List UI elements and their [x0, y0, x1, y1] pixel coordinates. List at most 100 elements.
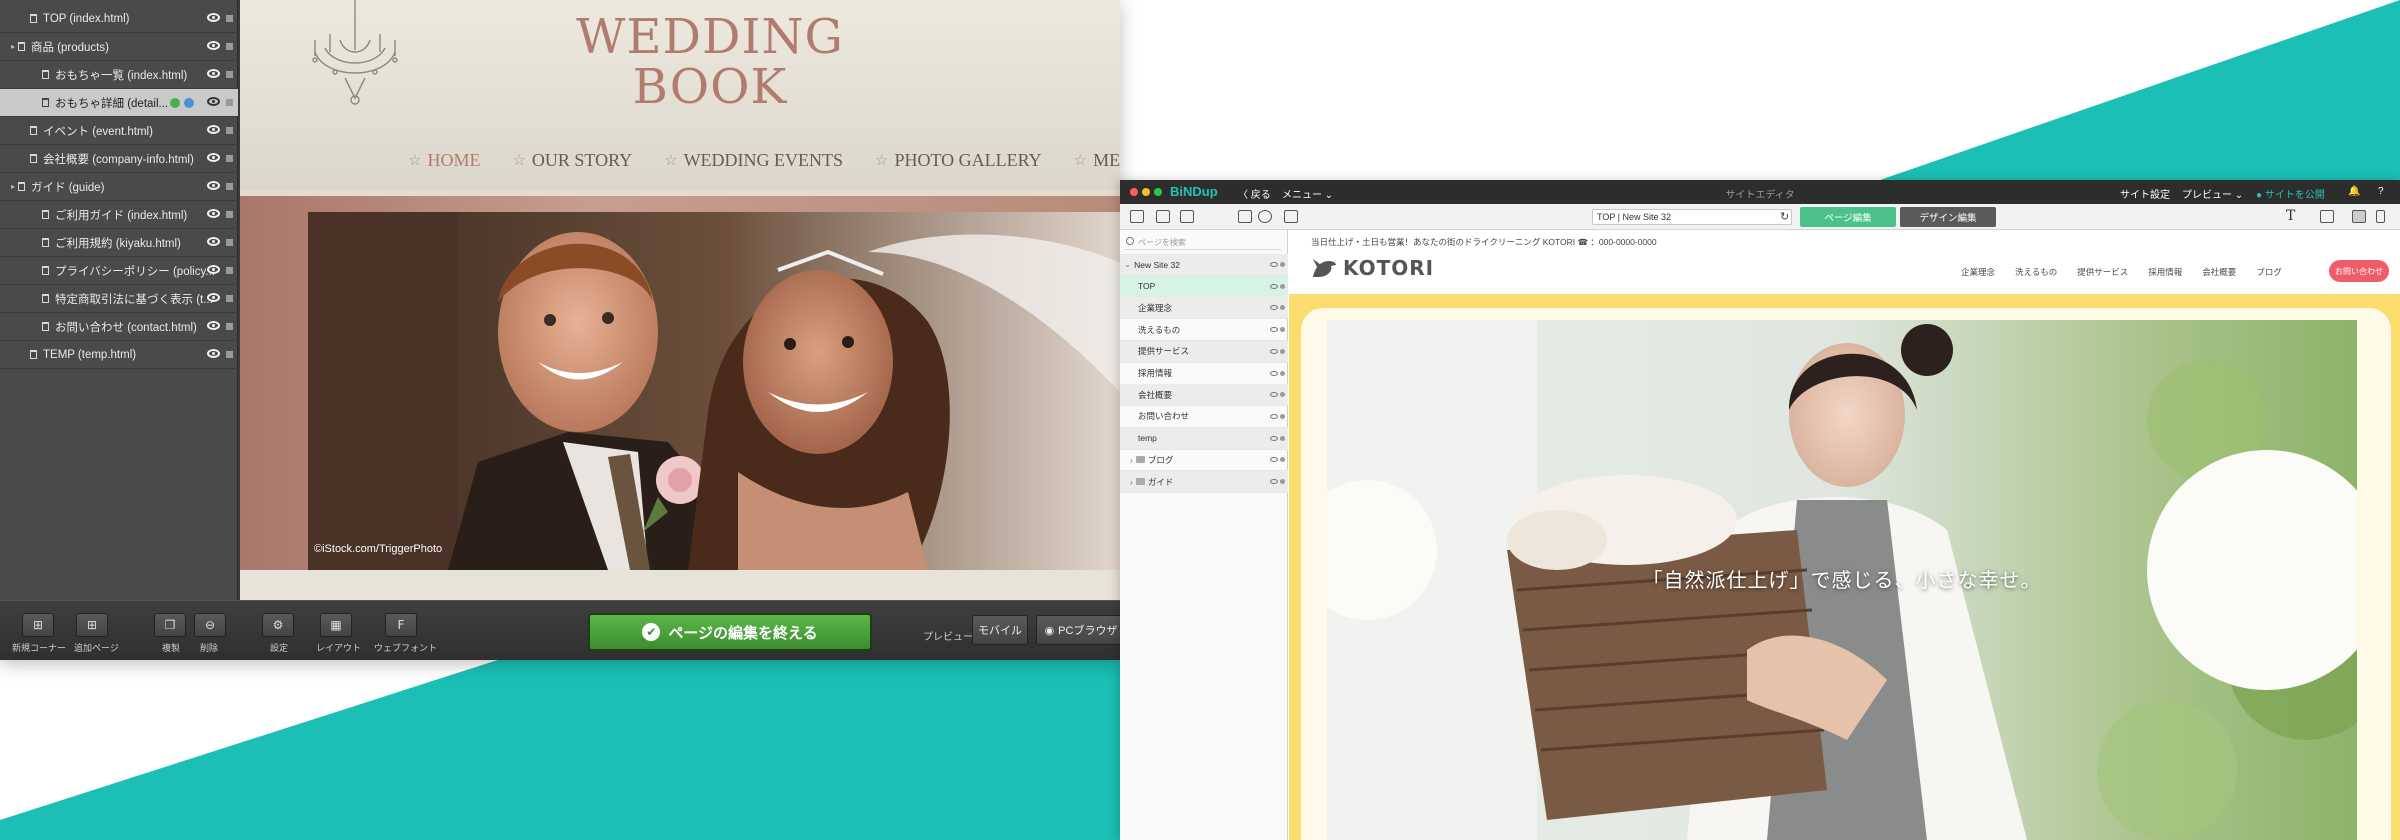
duplicate-button[interactable]: ❐: [154, 613, 186, 637]
finish-page-edit-button[interactable]: ✔ ページの編集を終える: [588, 613, 872, 651]
lock-icon[interactable]: [226, 323, 233, 330]
sitemap-item[interactable]: ▸ ガイド (guide): [0, 173, 238, 201]
lock-icon[interactable]: [226, 15, 233, 22]
gear-icon[interactable]: [1258, 210, 1272, 223]
lock-icon[interactable]: [226, 183, 233, 190]
visibility-eye-icon[interactable]: [1270, 479, 1278, 484]
expand-arrow-icon[interactable]: ›: [1130, 477, 1133, 487]
wedding-nav-item[interactable]: ☆ WEDDING EVENTS: [664, 150, 843, 171]
lock-icon[interactable]: [226, 43, 233, 50]
expand-arrow-icon[interactable]: ▸: [8, 42, 18, 51]
site-tree-item[interactable]: › ガイド: [1120, 471, 1288, 493]
site-tree-item[interactable]: 会社概要: [1120, 384, 1288, 407]
kotori-nav-item[interactable]: 提供サービス: [2077, 266, 2128, 278]
visibility-eye-icon[interactable]: [207, 181, 220, 190]
kotori-nav-item[interactable]: 洗えるもの: [2015, 266, 2057, 278]
lock-icon[interactable]: [226, 155, 233, 162]
kotori-nav-item[interactable]: 企業理念: [1961, 266, 1995, 278]
sitemap-item[interactable]: お問い合わせ (contact.html): [0, 313, 238, 341]
visibility-eye-icon[interactable]: [1270, 435, 1278, 441]
visibility-eye-icon[interactable]: [207, 349, 220, 358]
sitemap-item[interactable]: イベント (event.html): [0, 117, 238, 145]
sitemap-item[interactable]: プライバシーポリシー (policy...: [0, 257, 238, 285]
wedding-nav-item[interactable]: ☆ OUR STORY: [512, 150, 632, 171]
help-icon[interactable]: ?: [2378, 186, 2384, 197]
lock-icon[interactable]: [226, 127, 233, 134]
visibility-eye-icon[interactable]: [207, 293, 220, 302]
lock-icon[interactable]: [226, 211, 233, 218]
preview-dropdown[interactable]: プレビュー ⌄: [2182, 186, 2243, 201]
sitemap-item[interactable]: 会社概要 (company-info.html): [0, 145, 238, 173]
settings-gear-button[interactable]: ⚙: [262, 613, 294, 637]
visibility-eye-icon[interactable]: [1270, 348, 1278, 354]
visibility-eye-icon[interactable]: [207, 321, 220, 330]
sitemap-item[interactable]: ご利用ガイド (index.html): [0, 201, 238, 229]
sitemap-item[interactable]: TEMP (temp.html): [0, 341, 238, 369]
site-tree-item[interactable]: 企業理念: [1120, 297, 1288, 320]
site-settings-button[interactable]: サイト設定: [2120, 186, 2170, 201]
contact-button[interactable]: お問い合わせ: [2329, 260, 2389, 282]
site-tree-item[interactable]: 洗えるもの: [1120, 319, 1288, 342]
text-style-icon[interactable]: T: [2286, 208, 2295, 224]
wedding-nav-item[interactable]: ☆ HOME: [408, 150, 480, 171]
page-icon[interactable]: [1156, 210, 1170, 223]
mobile-view-icon[interactable]: [2376, 210, 2385, 223]
site-tree-item[interactable]: ⌄ New Site 32: [1120, 254, 1288, 276]
site-tree-item[interactable]: お問い合わせ: [1120, 406, 1288, 428]
visibility-eye-icon[interactable]: [1270, 283, 1278, 289]
site-tree-item[interactable]: TOP: [1120, 275, 1288, 298]
lock-icon[interactable]: [226, 239, 233, 246]
visibility-eye-icon[interactable]: [1270, 305, 1278, 311]
lock-icon[interactable]: [226, 295, 233, 302]
lock-icon[interactable]: [226, 267, 233, 274]
visibility-eye-icon[interactable]: [1270, 327, 1278, 333]
page-url-field[interactable]: TOP | New Site 32: [1592, 209, 1792, 225]
visibility-eye-icon[interactable]: [207, 265, 220, 274]
lock-icon[interactable]: [226, 71, 233, 78]
webfont-button[interactable]: F: [385, 613, 417, 637]
expand-arrow-icon[interactable]: ›: [1130, 455, 1133, 465]
sitemap-item[interactable]: ▸ 商品 (products): [0, 33, 238, 61]
visibility-eye-icon[interactable]: [1270, 392, 1278, 398]
site-tree-item[interactable]: 提供サービス: [1120, 340, 1288, 363]
kotori-nav-item[interactable]: 会社概要: [2202, 266, 2236, 278]
kotori-nav-item[interactable]: 採用情報: [2148, 266, 2182, 278]
visibility-eye-icon[interactable]: [207, 69, 220, 78]
visibility-eye-icon[interactable]: [207, 209, 220, 218]
visibility-eye-icon[interactable]: [207, 125, 220, 134]
new-corner-button[interactable]: ⊞: [22, 613, 54, 637]
sitemap-item[interactable]: TOP (index.html): [0, 5, 238, 33]
visibility-eye-icon[interactable]: [1270, 457, 1278, 463]
kotori-nav-item[interactable]: ブログ: [2256, 266, 2282, 278]
site-tree-item[interactable]: › ブログ: [1120, 449, 1288, 472]
notification-bell-icon[interactable]: 🔔: [2348, 186, 2360, 197]
pc-browser-preview-button[interactable]: ◉ PCブラウザ: [1036, 615, 1120, 645]
layout-icon[interactable]: [2320, 210, 2334, 223]
add-page-icon[interactable]: [1130, 210, 1144, 223]
visibility-eye-icon[interactable]: [207, 97, 220, 106]
visibility-eye-icon[interactable]: [207, 153, 220, 162]
sitemap-item[interactable]: おもちゃ一覧 (index.html): [0, 61, 238, 89]
visibility-eye-icon[interactable]: [207, 13, 220, 22]
visibility-eye-icon[interactable]: [207, 237, 220, 246]
delete-button[interactable]: ⊖: [194, 613, 226, 637]
visibility-eye-icon[interactable]: [1270, 262, 1278, 267]
sidebar-toggle-icon[interactable]: [1284, 210, 1298, 223]
duplicate-icon[interactable]: [1180, 210, 1194, 223]
sitemap-item[interactable]: ご利用規約 (kiyaku.html): [0, 229, 238, 257]
visibility-eye-icon[interactable]: [1270, 370, 1278, 376]
sitemap-item[interactable]: おもちゃ詳細 (detail...: [0, 89, 238, 117]
wedding-nav-item[interactable]: ☆ PHOTO GALLERY: [875, 150, 1042, 171]
wedding-nav-item[interactable]: ☆ MESSAGE: [1074, 150, 1120, 171]
lock-icon[interactable]: [226, 351, 233, 358]
design-edit-tab[interactable]: デザイン編集: [1900, 207, 1996, 227]
visibility-eye-icon[interactable]: [1270, 413, 1278, 419]
reload-icon[interactable]: ↻: [1780, 210, 1789, 223]
expand-arrow-icon[interactable]: ⌄: [1124, 259, 1131, 270]
site-tree-item[interactable]: temp: [1120, 427, 1288, 450]
kotori-logo[interactable]: KOTORI: [1311, 256, 1434, 280]
expand-arrow-icon[interactable]: ▸: [8, 182, 18, 191]
mobile-preview-button[interactable]: モバイル: [972, 615, 1028, 645]
publish-button[interactable]: ● サイトを公開: [2256, 186, 2325, 201]
visibility-eye-icon[interactable]: [207, 41, 220, 50]
